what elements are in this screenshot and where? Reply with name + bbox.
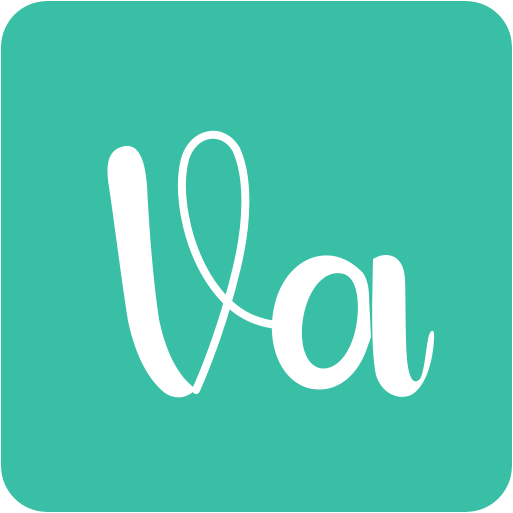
va-script-logo-icon (1, 1, 512, 512)
app-icon (1, 1, 512, 512)
icon-background (1, 1, 512, 512)
